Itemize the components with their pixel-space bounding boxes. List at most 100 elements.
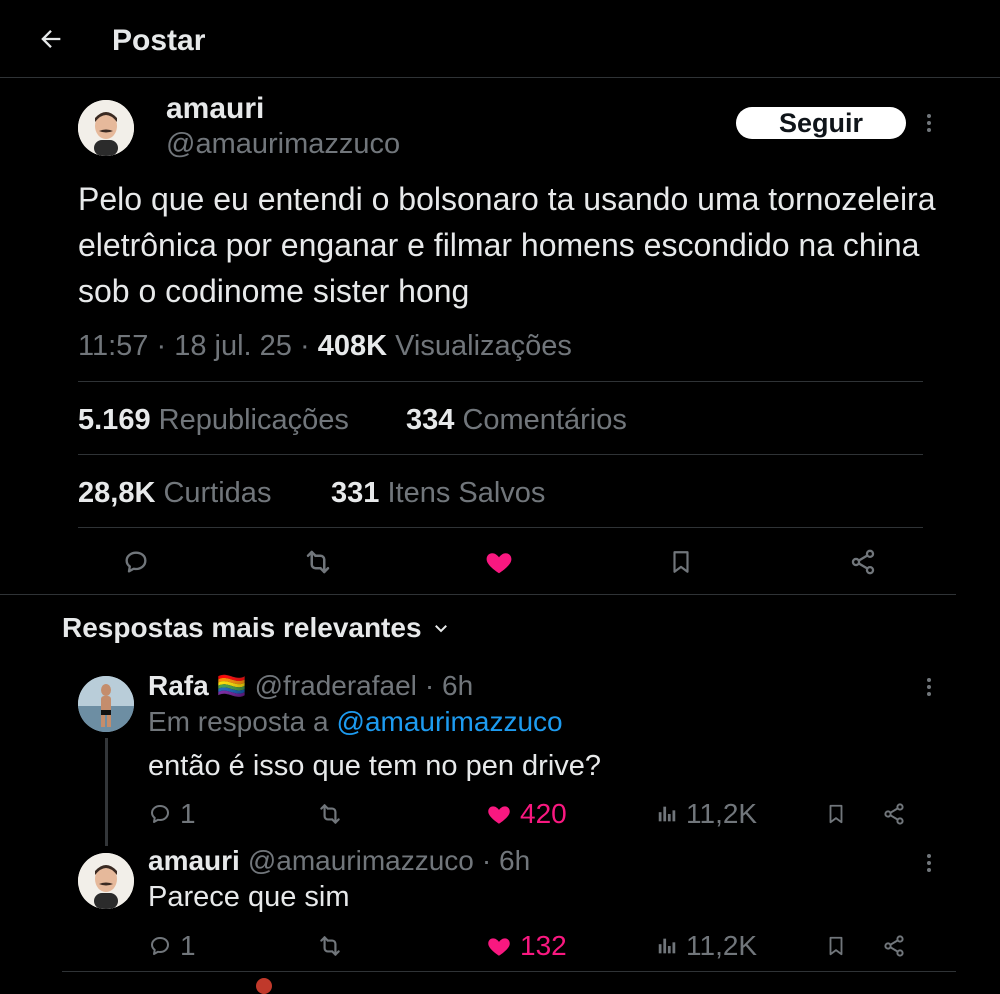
reply-share-button[interactable] [880, 800, 908, 828]
repost-icon [306, 550, 330, 574]
reply-header: amauri @amaurimazzuco · 6h [148, 845, 530, 877]
more-options-icon[interactable] [922, 108, 936, 138]
analytics-icon [658, 806, 676, 822]
heart-filled-icon [488, 806, 510, 824]
author-name[interactable]: amauri [166, 92, 264, 126]
saved-stat[interactable]: 331 Itens Salvos [331, 477, 545, 510]
heart-filled-icon [486, 553, 512, 574]
meta-separator: · [299, 330, 310, 362]
back-button[interactable] [34, 22, 68, 56]
post-date: 18 jul. 25 [174, 330, 292, 362]
bookmark-button[interactable] [663, 544, 699, 580]
reply-button[interactable] [118, 544, 154, 580]
reply-view-count: 11,2K [686, 798, 758, 829]
page-title: Postar [112, 24, 206, 57]
reply-like-count: 132 [520, 930, 567, 961]
repost-icon [320, 936, 340, 956]
heart-filled-icon [488, 938, 510, 956]
repost-icon [320, 804, 340, 824]
reply-views-button[interactable]: 11,2K [656, 798, 757, 830]
reposts-stat[interactable]: 5.169 Republicações [78, 404, 349, 437]
views-label: Visualizações [395, 330, 572, 362]
author-handle[interactable]: @amaurimazzuco [166, 128, 400, 161]
avatar-image [78, 676, 134, 732]
avatar[interactable] [78, 100, 134, 156]
avatar[interactable] [78, 676, 134, 732]
reply-share-button[interactable] [880, 932, 908, 960]
share-icon [884, 935, 904, 957]
divider [78, 454, 923, 455]
reply-like-button[interactable]: 420 [486, 798, 567, 830]
reply-age: · 6h [481, 845, 531, 876]
reply-comment-count: 1 [180, 930, 196, 961]
comments-label: Comentários [462, 404, 627, 436]
bookmark-icon [829, 804, 843, 824]
saved-count: 331 [331, 477, 380, 509]
partial-avatar [256, 978, 272, 994]
reply-views-button[interactable]: 11,2K [656, 930, 757, 962]
share-icon [851, 549, 875, 575]
reply-age: · 6h [424, 670, 474, 701]
likes-stat[interactable]: 28,8K Curtidas [78, 477, 271, 510]
reply-author-name[interactable]: amauri [148, 845, 240, 877]
reply-author-handle[interactable]: @amaurimazzuco [248, 845, 474, 877]
comment-icon [151, 937, 169, 955]
likes-count: 28,8K [78, 477, 156, 509]
reply-text: Parece que sim [148, 881, 350, 913]
more-options-icon[interactable] [922, 672, 936, 702]
post-meta: 11:57 · 18 jul. 25 · 408K Visualizações [78, 330, 572, 363]
reply-to-label: Em resposta a [148, 706, 329, 737]
bookmark-icon [829, 936, 843, 956]
reply-comment-button[interactable]: 1 [148, 798, 196, 830]
replies-sort-dropdown[interactable]: Respostas mais relevantes [62, 612, 450, 644]
like-button[interactable] [481, 544, 517, 580]
reposts-count: 5.169 [78, 404, 151, 436]
comments-stat[interactable]: 334 Comentários [406, 404, 627, 437]
replies-sort-label: Respostas mais relevantes [62, 612, 422, 643]
reply-text: então é isso que tem no pen drive? [148, 750, 602, 782]
avatar[interactable] [78, 853, 134, 909]
reply-author-handle[interactable]: @fraderafael [255, 670, 417, 702]
repost-button[interactable] [300, 544, 336, 580]
saved-label: Itens Salvos [387, 477, 546, 509]
divider [78, 381, 923, 382]
share-button[interactable] [845, 544, 881, 580]
reply-repost-button[interactable] [316, 800, 344, 828]
reply-to-handle[interactable]: @amaurimazzuco [337, 706, 563, 738]
reply-context: Em resposta a @amaurimazzuco [148, 706, 563, 738]
analytics-icon [658, 938, 676, 954]
reply-comment-button[interactable]: 1 [148, 930, 196, 962]
meta-separator: · [156, 330, 167, 362]
comment-icon [125, 551, 147, 573]
share-icon [884, 803, 904, 825]
post-text: Pelo que eu entendi o bolsonaro ta usand… [78, 181, 936, 309]
post-time: 11:57 [78, 330, 149, 362]
thread-line [105, 738, 108, 846]
divider [78, 527, 923, 528]
flag-emoji: 🏳️‍🌈 [216, 672, 247, 700]
views-count: 408K [317, 330, 388, 362]
reply-comment-count: 1 [180, 798, 196, 829]
bookmark-icon [673, 551, 689, 573]
reply-repost-button[interactable] [316, 932, 344, 960]
reply-like-count: 420 [520, 798, 567, 829]
avatar-image [78, 853, 134, 909]
follow-button[interactable]: Seguir [736, 107, 906, 139]
more-options-icon[interactable] [922, 848, 936, 878]
chevron-down-icon [434, 625, 447, 633]
reply-like-button[interactable]: 132 [486, 930, 567, 962]
avatar-image [78, 100, 134, 156]
reposts-label: Republicações [158, 404, 349, 436]
divider [0, 594, 956, 595]
reply-author-name[interactable]: Rafa [148, 670, 209, 702]
arrow-left-icon [41, 30, 61, 48]
reply-bookmark-button[interactable] [822, 932, 850, 960]
divider [0, 77, 1000, 78]
comments-count: 334 [406, 404, 455, 436]
reply-bookmark-button[interactable] [822, 800, 850, 828]
reply-view-count: 11,2K [686, 930, 758, 961]
likes-label: Curtidas [163, 477, 272, 509]
comment-icon [151, 805, 169, 823]
divider [62, 971, 956, 972]
reply-header: Rafa 🏳️‍🌈 @fraderafael · 6h [148, 670, 473, 702]
